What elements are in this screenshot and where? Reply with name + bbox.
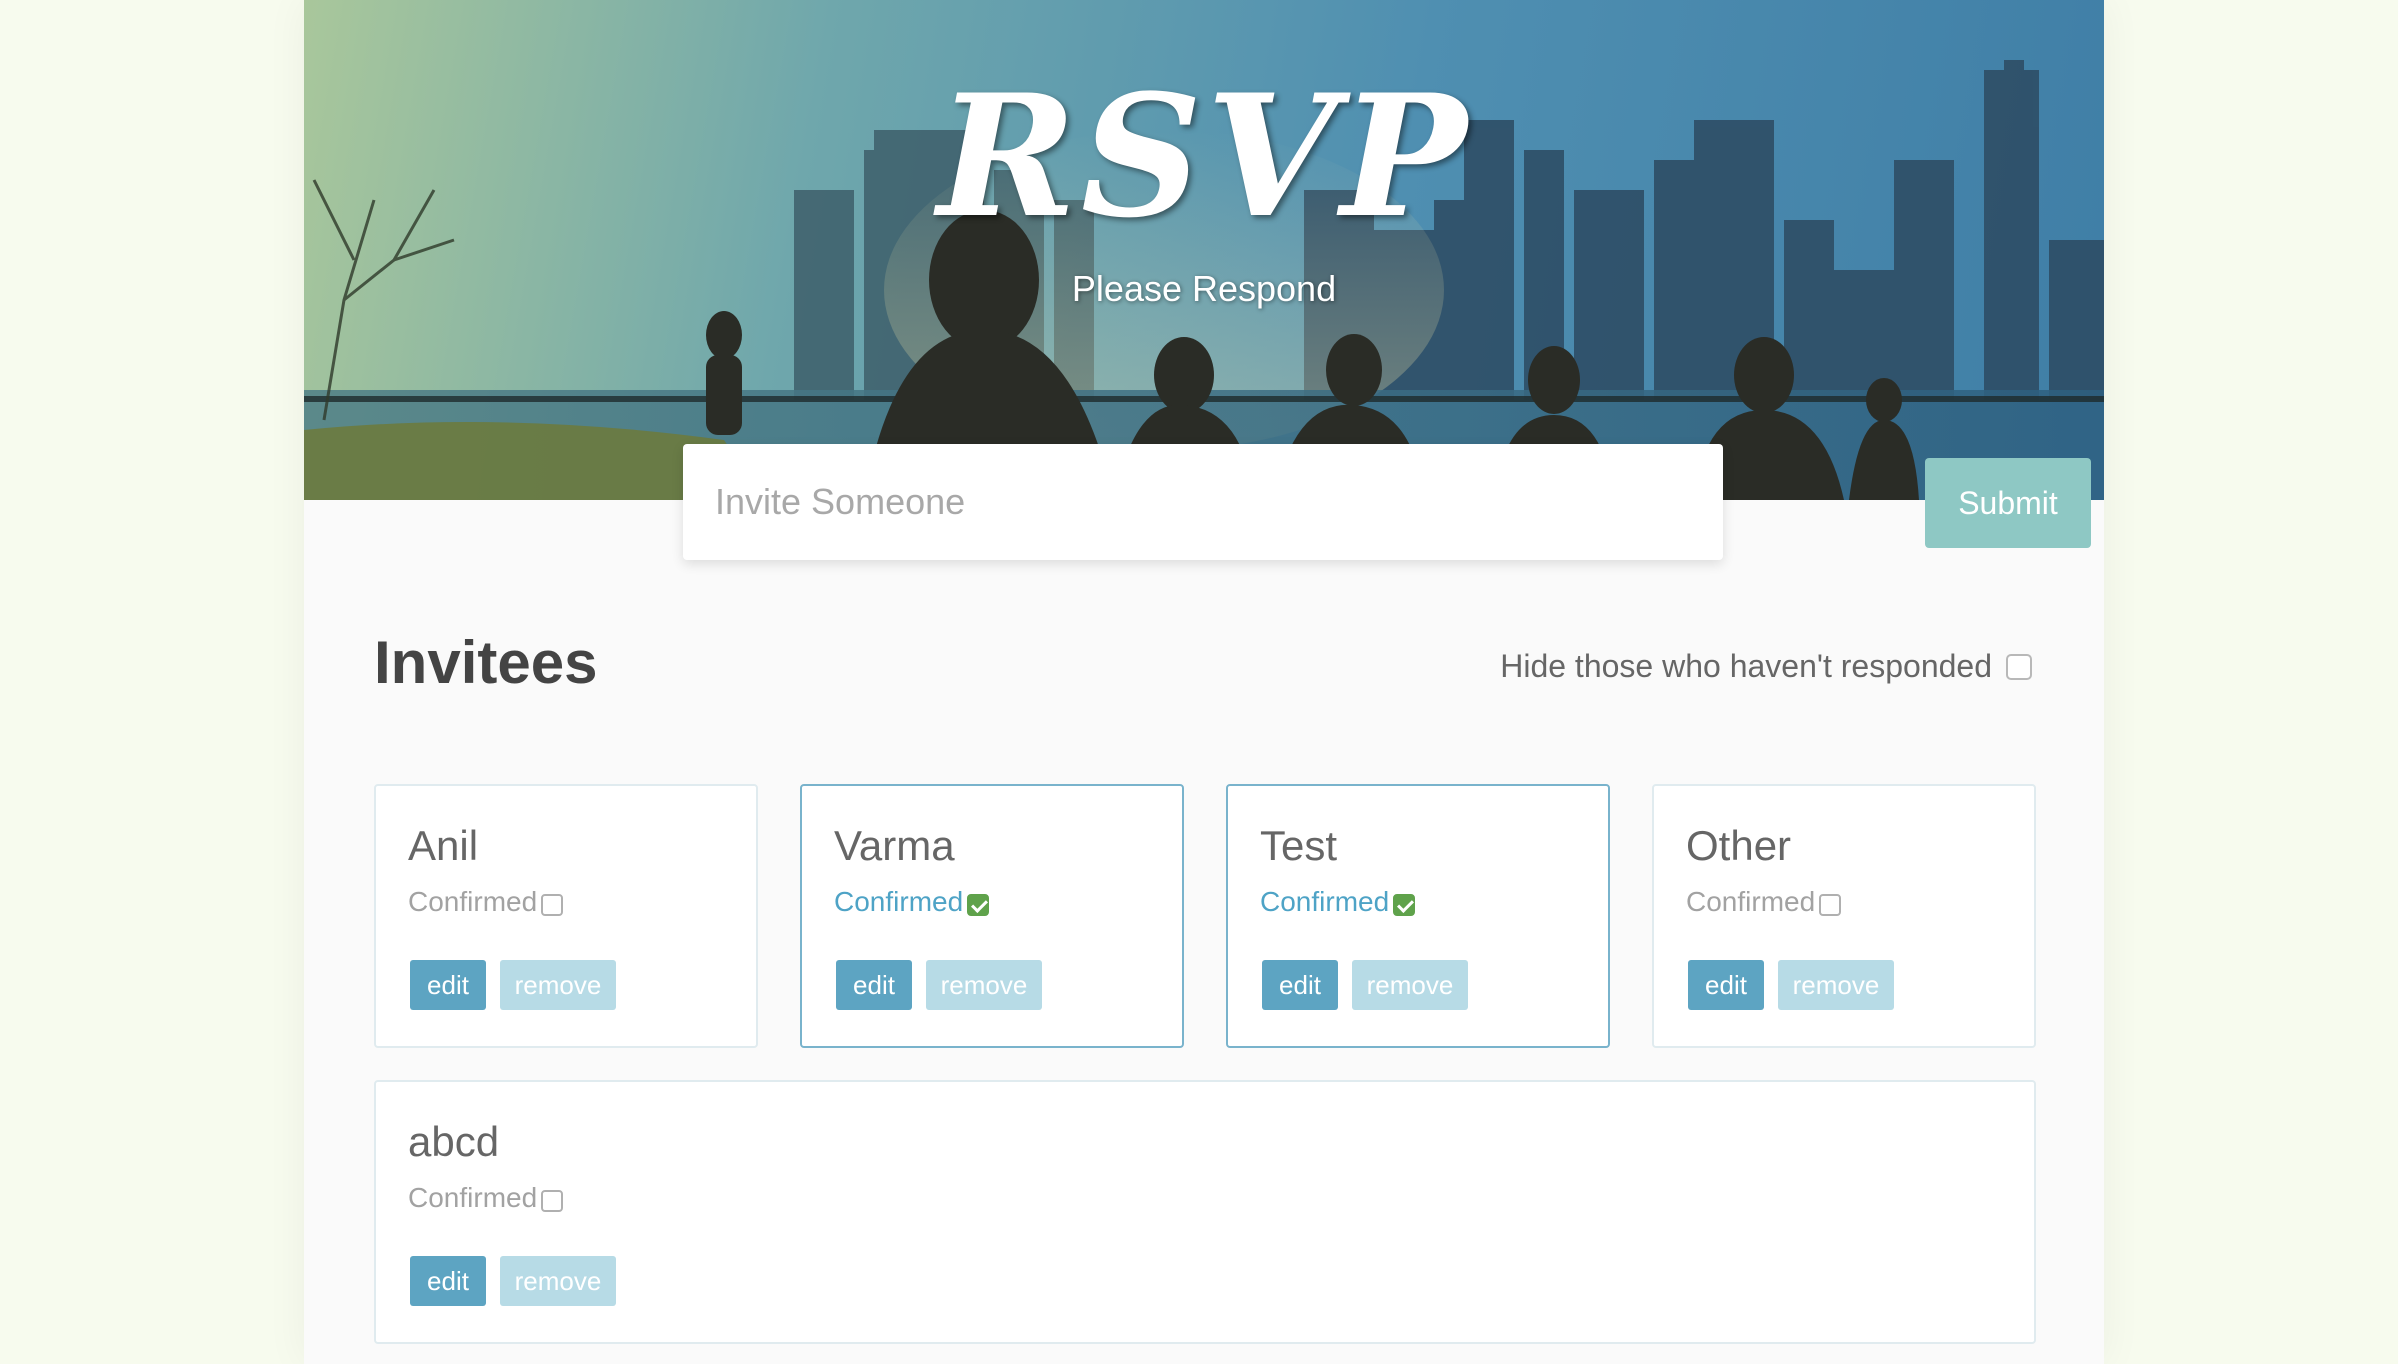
invitee-name: Other [1686,822,1792,869]
edit-button[interactable]: edit [1262,960,1338,1010]
edit-button[interactable]: edit [410,1256,486,1306]
edit-button[interactable]: edit [410,960,486,1010]
confirmed-label: Confirmed [408,1182,538,1213]
invitee-card: abcd Confirmed edit remove [374,1080,2036,1344]
edit-button[interactable]: edit [1688,960,1764,1010]
hide-unresponded-checkbox[interactable] [2006,653,2032,680]
invitee-name: Varma [834,822,955,869]
invitee-name: Test [1260,822,1338,869]
confirmed-label: Confirmed [1260,886,1390,917]
confirmed-checkbox[interactable] [541,1190,564,1212]
remove-button[interactable]: remove [926,960,1042,1010]
hero-subtitle: Please Respond [1071,268,1337,309]
remove-button[interactable]: remove [500,1256,616,1306]
confirmed-toggle[interactable]: Confirmed [408,886,564,918]
invite-input[interactable] [695,456,1675,548]
invitee-card: Other Confirmed edit remove [1652,784,2036,1048]
confirmed-checkbox[interactable] [967,894,990,916]
remove-button[interactable]: remove [1778,960,1894,1010]
invitee-name: Anil [408,822,479,869]
confirmed-toggle[interactable]: Confirmed [1260,886,1416,918]
submit-button[interactable]: Submit [1925,458,2091,548]
confirmed-toggle[interactable]: Confirmed [1686,886,1842,918]
edit-button[interactable]: edit [836,960,912,1010]
hide-unresponded-toggle[interactable]: Hide those who haven't responded [1500,648,2032,685]
remove-button[interactable]: remove [1352,960,1468,1010]
confirmed-checkbox[interactable] [1393,894,1416,916]
hero-banner: RSVP Please Respond [304,0,2104,500]
hide-unresponded-label: Hide those who haven't responded [1500,648,1992,684]
confirmed-label: Confirmed [834,886,964,917]
confirmed-toggle[interactable]: Confirmed [408,1182,564,1214]
invitee-name: abcd [408,1118,500,1165]
page: RSVP Please Respond Submit Invitees Hide… [304,0,2104,1364]
invitee-card: Anil Confirmed edit remove [374,784,758,1048]
confirmed-label: Confirmed [1686,886,1816,917]
hero-title: RSVP [937,57,1471,255]
invitees-title: Invitees [374,629,598,696]
remove-button[interactable]: remove [500,960,616,1010]
confirmed-checkbox[interactable] [541,894,564,916]
confirmed-label: Confirmed [408,886,538,917]
invitee-card: Varma Confirmed edit remove [800,784,1184,1048]
confirmed-toggle[interactable]: Confirmed [834,886,990,918]
confirmed-checkbox[interactable] [1819,894,1842,916]
invitee-card: Test Confirmed edit remove [1226,784,1610,1048]
invite-form: Submit [683,444,2091,560]
